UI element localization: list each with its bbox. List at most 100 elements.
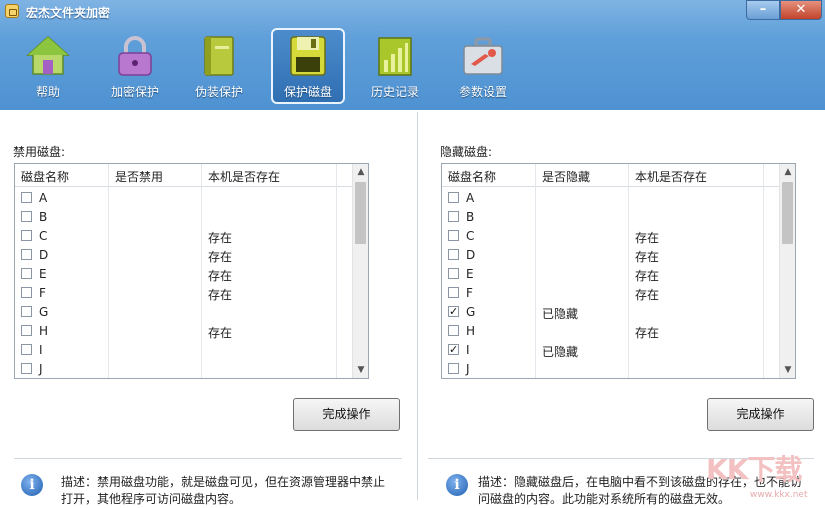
scroll-thumb[interactable] <box>355 182 366 244</box>
disable-disk-row[interactable]: H 存在 <box>15 322 352 341</box>
panel-divider <box>417 112 418 500</box>
house-icon <box>26 35 70 75</box>
hide-disk-row[interactable]: D 存在 <box>442 246 779 265</box>
toolbar-encrypt-label: 加密保护 <box>110 85 159 99</box>
hide-disk-row[interactable]: B <box>442 208 779 227</box>
scroll-up-arrow-icon[interactable]: ▲ <box>780 164 795 180</box>
disk-checkbox[interactable]: ✓ <box>448 344 459 355</box>
disk-name: C <box>39 229 48 243</box>
disk-checkbox[interactable] <box>21 249 32 260</box>
app-lock-icon <box>5 4 19 18</box>
floppy-disk-icon <box>290 36 326 76</box>
info-icon: i <box>446 474 468 496</box>
disk-checkbox[interactable] <box>448 363 459 374</box>
hide-disk-row[interactable]: C 存在 <box>442 227 779 246</box>
disable-complete-button[interactable]: 完成操作 <box>293 398 400 431</box>
disable-disk-row[interactable]: I <box>15 341 352 360</box>
disk-checkbox[interactable] <box>448 249 459 260</box>
disable-disk-column-header[interactable]: 是否禁用 <box>115 168 163 185</box>
hide-disk-row[interactable]: ✓ G 已隐藏 <box>442 303 779 322</box>
disable-disk-header: 磁盘名称 是否禁用 本机是否存在 <box>15 164 352 187</box>
toolbar-protect-disk[interactable]: 保护磁盘 <box>271 28 345 104</box>
disable-disk-column-header[interactable]: 本机是否存在 <box>208 168 280 185</box>
disk-name: I <box>39 343 43 357</box>
minimize-button[interactable]: – <box>746 0 780 20</box>
disk-name: G <box>39 305 49 319</box>
disk-name: D <box>39 248 49 262</box>
disk-checkbox[interactable] <box>448 211 459 222</box>
disk-name: E <box>466 267 474 281</box>
disk-checkbox[interactable] <box>21 344 32 355</box>
disable-disk-list[interactable]: 磁盘名称 是否禁用 本机是否存在 A B C 存在 D 存在 E 存在 F 存在 G H 存在 I J ▲ ▼ <box>14 163 369 379</box>
toolbar-history[interactable]: 历史记录 <box>358 28 432 104</box>
disk-checkbox[interactable]: ✓ <box>448 306 459 317</box>
disk-exists: 存在 <box>208 326 233 340</box>
hide-disk-row[interactable]: E 存在 <box>442 265 779 284</box>
toolbar-protect-disk-label: 保护磁盘 <box>283 85 332 99</box>
disk-name: H <box>39 324 49 338</box>
disable-description: 描述：禁用磁盘功能，就是磁盘可见，但在资源管理器中禁止打开，其他程序可访问磁盘内… <box>61 475 386 506</box>
hide-disk-row[interactable]: ✓ I 已隐藏 <box>442 341 779 360</box>
vertical-scrollbar[interactable]: ▲ ▼ <box>352 164 368 378</box>
toolbar-encrypt[interactable]: 加密保护 <box>98 28 172 104</box>
disk-exists: 存在 <box>635 250 660 264</box>
disk-exists: 存在 <box>208 288 233 302</box>
disk-checkbox[interactable] <box>448 230 459 241</box>
disk-exists: 存在 <box>635 288 660 302</box>
disk-name: E <box>39 267 47 281</box>
disable-disk-column-header[interactable]: 磁盘名称 <box>21 168 69 185</box>
vertical-scrollbar[interactable]: ▲ ▼ <box>779 164 795 378</box>
scroll-down-arrow-icon[interactable]: ▼ <box>353 362 368 378</box>
header-bar: 宏杰文件夹加密 – ✕ 帮助 加密保护 伪装保护 保护磁盘 历史记录 参数设置 <box>0 0 825 110</box>
disk-name: C <box>466 229 475 243</box>
scroll-up-arrow-icon[interactable]: ▲ <box>353 164 368 180</box>
toolbar-help[interactable]: 帮助 <box>11 28 85 104</box>
info-icon: i <box>21 474 43 496</box>
disable-disk-row[interactable]: G <box>15 303 352 322</box>
disk-checkbox[interactable] <box>21 325 32 336</box>
disk-status: 已隐藏 <box>542 345 579 359</box>
hide-disk-list[interactable]: 磁盘名称 是否隐藏 本机是否存在 A B C 存在 D 存在 E 存在 F 存在 ✓ G 已隐藏 H 存在 ✓ I 已隐… <box>441 163 796 379</box>
disk-checkbox[interactable] <box>21 230 32 241</box>
disk-checkbox[interactable] <box>21 268 32 279</box>
disable-disk-row[interactable]: J <box>15 360 352 378</box>
watermark: KK下载 www.kkx.net <box>700 444 825 500</box>
scroll-thumb[interactable] <box>782 182 793 244</box>
left-separator <box>14 458 402 459</box>
disk-name: F <box>466 286 473 300</box>
disk-checkbox[interactable] <box>448 268 459 279</box>
hide-disk-column-header[interactable]: 是否隐藏 <box>542 168 590 185</box>
hide-disk-row[interactable]: F 存在 <box>442 284 779 303</box>
disk-checkbox[interactable] <box>448 192 459 203</box>
disable-disk-row[interactable]: C 存在 <box>15 227 352 246</box>
scroll-down-arrow-icon[interactable]: ▼ <box>780 362 795 378</box>
toolbar-help-label: 帮助 <box>35 85 60 99</box>
disk-checkbox[interactable] <box>21 287 32 298</box>
disk-name: D <box>466 248 476 262</box>
disk-name: J <box>39 362 43 376</box>
disable-disk-row[interactable]: A <box>15 189 352 208</box>
disk-exists: 存在 <box>635 326 660 340</box>
close-button[interactable]: ✕ <box>780 0 822 20</box>
hide-disk-column-header[interactable]: 磁盘名称 <box>448 168 496 185</box>
toolbar-settings[interactable]: 参数设置 <box>446 28 520 104</box>
hide-disk-column-header[interactable]: 本机是否存在 <box>635 168 707 185</box>
disable-disk-row[interactable]: D 存在 <box>15 246 352 265</box>
disk-checkbox[interactable] <box>448 325 459 336</box>
disable-disk-row[interactable]: E 存在 <box>15 265 352 284</box>
disk-checkbox[interactable] <box>21 192 32 203</box>
hide-disk-row[interactable]: J <box>442 360 779 378</box>
hide-disk-row[interactable]: A <box>442 189 779 208</box>
disk-name: A <box>39 191 48 205</box>
disable-disk-row[interactable]: B <box>15 208 352 227</box>
hide-disk-row[interactable]: H 存在 <box>442 322 779 341</box>
disk-checkbox[interactable] <box>448 287 459 298</box>
disk-checkbox[interactable] <box>21 363 32 374</box>
disk-checkbox[interactable] <box>21 306 32 317</box>
toolbar-disguise[interactable]: 伪装保护 <box>182 28 256 104</box>
disk-name: G <box>466 305 476 319</box>
disk-checkbox[interactable] <box>21 211 32 222</box>
disable-disk-row[interactable]: F 存在 <box>15 284 352 303</box>
hide-complete-button[interactable]: 完成操作 <box>707 398 814 431</box>
disk-exists: 存在 <box>208 231 233 245</box>
